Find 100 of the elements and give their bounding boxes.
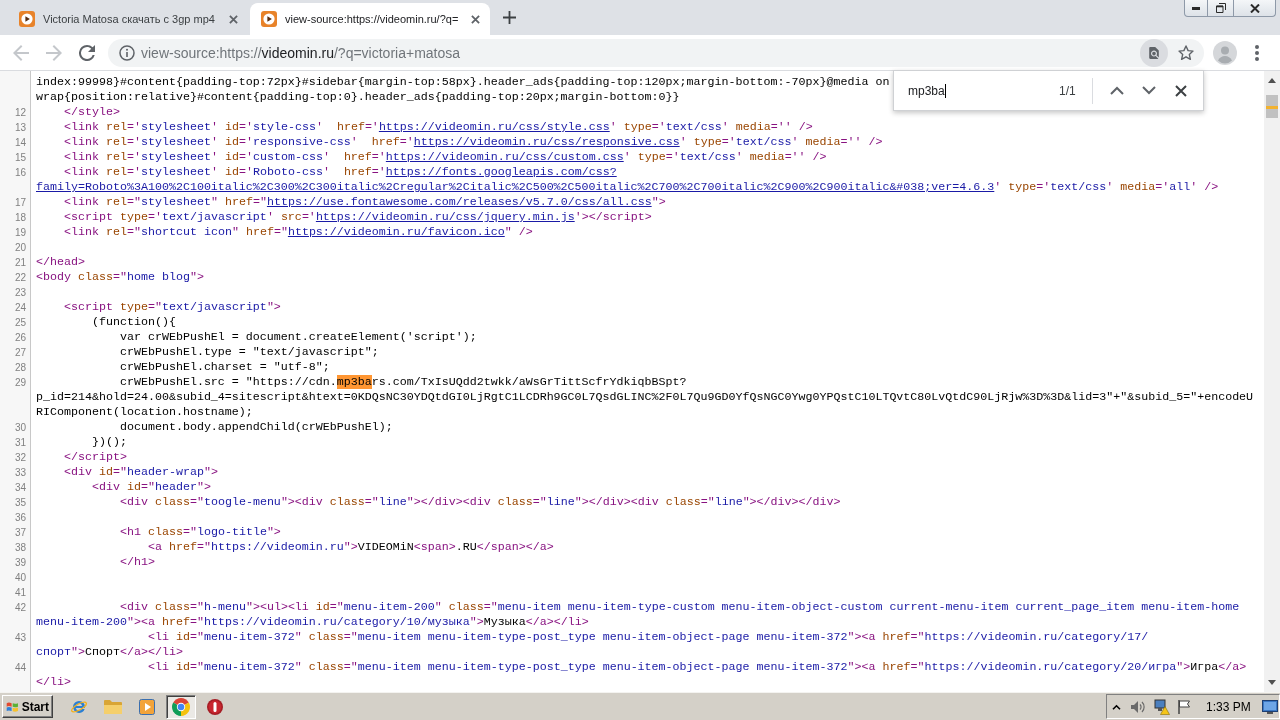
url-link[interactable]: https://videomin.ru/favicon.ico [287, 225, 505, 239]
line-number: 34 [14, 482, 26, 493]
code-line: <body class="home blog"> [36, 270, 204, 285]
code-line: document.body.appendChild(crWEbPushEl); [118, 420, 393, 435]
flag-icon[interactable] [1177, 699, 1191, 714]
line-number: 44 [14, 662, 26, 673]
code-line: <link rel='stylesheet' id='Roboto-css' href='https://fonts.googleapis.com/css? family=Roboto%3A100%2C100italic%2C300%2C300italic%2Cregular%2Citalic%2C500%2C500italic%2C700%2C700italic%2C900%2C900italic&#038;ver=4.6.3' type='text/css' media='all' /> [36, 165, 1219, 195]
desktop-icon[interactable] [1262, 699, 1278, 714]
play-icon [139, 698, 155, 715]
star-icon[interactable] [1178, 44, 1194, 61]
code-line: <div id="header-wrap"> [63, 465, 218, 480]
code-line: (function(){ [90, 315, 176, 330]
code-line: <div class="h-menu"><ul><li id="menu-item-200" class="menu-item menu-item-type-custom menu-item-object-custom current-menu-item current_page_item menu-item-home menu-item-200"><a href="https://videomin.ru/category/10/музыка">Музыка</a></li> [36, 600, 1240, 630]
code-line: <link rel="shortcut icon" href="https://videomin.ru/favicon.ico" /> [63, 225, 533, 240]
browser-tab[interactable]: Victoria Matosa скачать с 3gp mp4 [8, 3, 248, 35]
start-button[interactable]: Start [2, 695, 53, 718]
code-line: crWEbPushEl.type = "text/javascript"; [118, 345, 379, 360]
url-link[interactable]: https://videomin.ru/css/custom.css [385, 150, 624, 164]
line-number: 17 [14, 197, 26, 208]
line-number: 41 [14, 587, 26, 598]
close-icon[interactable] [471, 14, 480, 24]
line-number: 22 [14, 272, 26, 283]
close-icon[interactable] [1174, 84, 1187, 97]
find-field[interactable]: mp3ba [908, 80, 1053, 101]
restore-icon [1215, 3, 1226, 13]
chevron-up-icon[interactable] [1109, 86, 1124, 95]
line-number: 32 [14, 452, 26, 463]
line-number: 18 [14, 212, 26, 223]
code-line: <link rel='stylesheet' id='style-css' href='https://videomin.ru/css/style.css' type='text/css' media='' /> [63, 120, 813, 135]
url-link[interactable]: https://videomin.ru/css/jquery.min.js [315, 210, 575, 224]
line-number: 36 [14, 512, 26, 523]
line-number: 16 [14, 167, 26, 178]
url-link[interactable]: https://videomin.ru/css/responsive.css [413, 135, 680, 149]
scroll-up-arrow-icon[interactable] [1268, 78, 1276, 83]
play-icon [261, 11, 277, 27]
scroll-down-arrow-icon[interactable] [1268, 680, 1276, 685]
url-link[interactable]: family=Roboto%3A100%2C100italic%2C300%2C300italic%2Cregular%2Citalic%2C500%2C500italic%2C700%2C700italic%2C900%2C900italic&#038;ver=4.6.3 [36, 180, 995, 194]
text-cursor [944, 83, 946, 98]
line-number: 28 [14, 362, 26, 373]
chevron-down-icon[interactable] [1141, 86, 1156, 95]
line-number: 35 [14, 497, 26, 508]
scrollbar[interactable] [1264, 71, 1280, 692]
line-number: 37 [14, 527, 26, 538]
close-icon[interactable] [229, 14, 238, 24]
speaker-icon[interactable] [1130, 699, 1146, 714]
line-number: 23 [14, 287, 26, 298]
monitor-warning-icon[interactable] [1154, 698, 1170, 715]
play-icon [19, 11, 35, 27]
minimize-icon [1192, 6, 1200, 10]
find-in-page-icon[interactable] [1140, 38, 1168, 67]
circle-bar-icon [207, 698, 223, 715]
line-number: 43 [14, 632, 26, 643]
close-button[interactable] [1234, 0, 1276, 17]
plus-icon[interactable] [503, 11, 516, 24]
line-number: 33 [14, 467, 26, 478]
menu-icon[interactable] [1255, 44, 1259, 61]
chevron-up-icon[interactable] [1112, 703, 1121, 710]
code-line: <li id="menu-item-372" class="menu-item menu-item-type-post_type menu-item-object-page menu-item-372"><a href="https://videomin.ru/category/17/ спорт">Спорт</a></li> [36, 630, 1149, 660]
line-number: 26 [14, 332, 26, 343]
line-number: 38 [14, 542, 26, 553]
line-number: 15 [14, 152, 26, 163]
restore-button[interactable] [1208, 0, 1234, 17]
line-number: 14 [14, 137, 26, 148]
code-line: index:99998}#content{padding-top:72px}#sidebar{margin-top:58px}.header_ads{padding-top:120px;margin-bottom:-70px}@media on wrap{position:relative}#content{padding-top:0}.header_ads{padding-top:20px;margin-bottom:0}} [36, 75, 890, 105]
browser-tab[interactable]: view-source:https://videomin.ru/?q= [250, 3, 490, 35]
line-number: 30 [14, 422, 26, 433]
code-line: <a href="https://videomin.ru">VIDEOMiN<span>.RU</span></a> [146, 540, 554, 555]
code-line: </h1> [118, 555, 155, 570]
line-number: 29 [14, 377, 26, 388]
line-number: 12 [14, 107, 26, 118]
code-line: </script> [63, 450, 127, 465]
match-count: 1/1 [1059, 83, 1076, 98]
line-number: 20 [14, 242, 26, 253]
taskbar-button[interactable] [166, 694, 196, 719]
reload-icon[interactable] [79, 44, 95, 61]
url-link[interactable]: https://use.fontawesome.com/releases/v5.7.0/css/all.css [266, 195, 652, 209]
segmented-circle-icon [172, 697, 190, 716]
code-line: <script type="text/javascript"> [63, 300, 281, 315]
code-line: <div id="header"> [90, 480, 211, 495]
line-number: 25 [14, 317, 26, 328]
code-line: <li id="menu-item-372" class="menu-item menu-item-type-post_type menu-item-object-page menu-item-372"><a href="https://videomin.ru/category/20/игра">Игра</a> </li> [36, 660, 1247, 690]
url-link[interactable]: https://videomin.ru/css/style.css [378, 120, 610, 134]
minimize-button[interactable] [1184, 0, 1208, 17]
line-number: 21 [14, 257, 26, 268]
code-line: var crWEbPushEl = document.createElement('script'); [118, 330, 477, 345]
address-bar[interactable]: view-source:https://videomin.ru/?q=victoria+matosa [108, 38, 1204, 67]
code-line: </style> [63, 105, 120, 120]
folder-icon [104, 699, 122, 714]
clock-time: 1:33 PM [1206, 699, 1251, 714]
line-number: 42 [14, 602, 26, 613]
scrollbar-thumb[interactable] [1266, 95, 1278, 118]
code-line: crWEbPushEl.charset = "utf-8"; [118, 360, 330, 375]
info-icon[interactable] [119, 44, 135, 61]
url-link[interactable]: https://fonts.googleapis.com/css? [385, 165, 617, 179]
code-line: <h1 class="logo-title"> [118, 525, 281, 540]
close-icon [1249, 3, 1260, 13]
code-line: </head> [36, 255, 85, 270]
line-number: 19 [14, 227, 26, 238]
code-line: })(); [90, 435, 127, 450]
code-line: <div class="toogle-menu"><div class="line"></div><div class="line"></div><div class="line"></div></div> [118, 495, 841, 510]
